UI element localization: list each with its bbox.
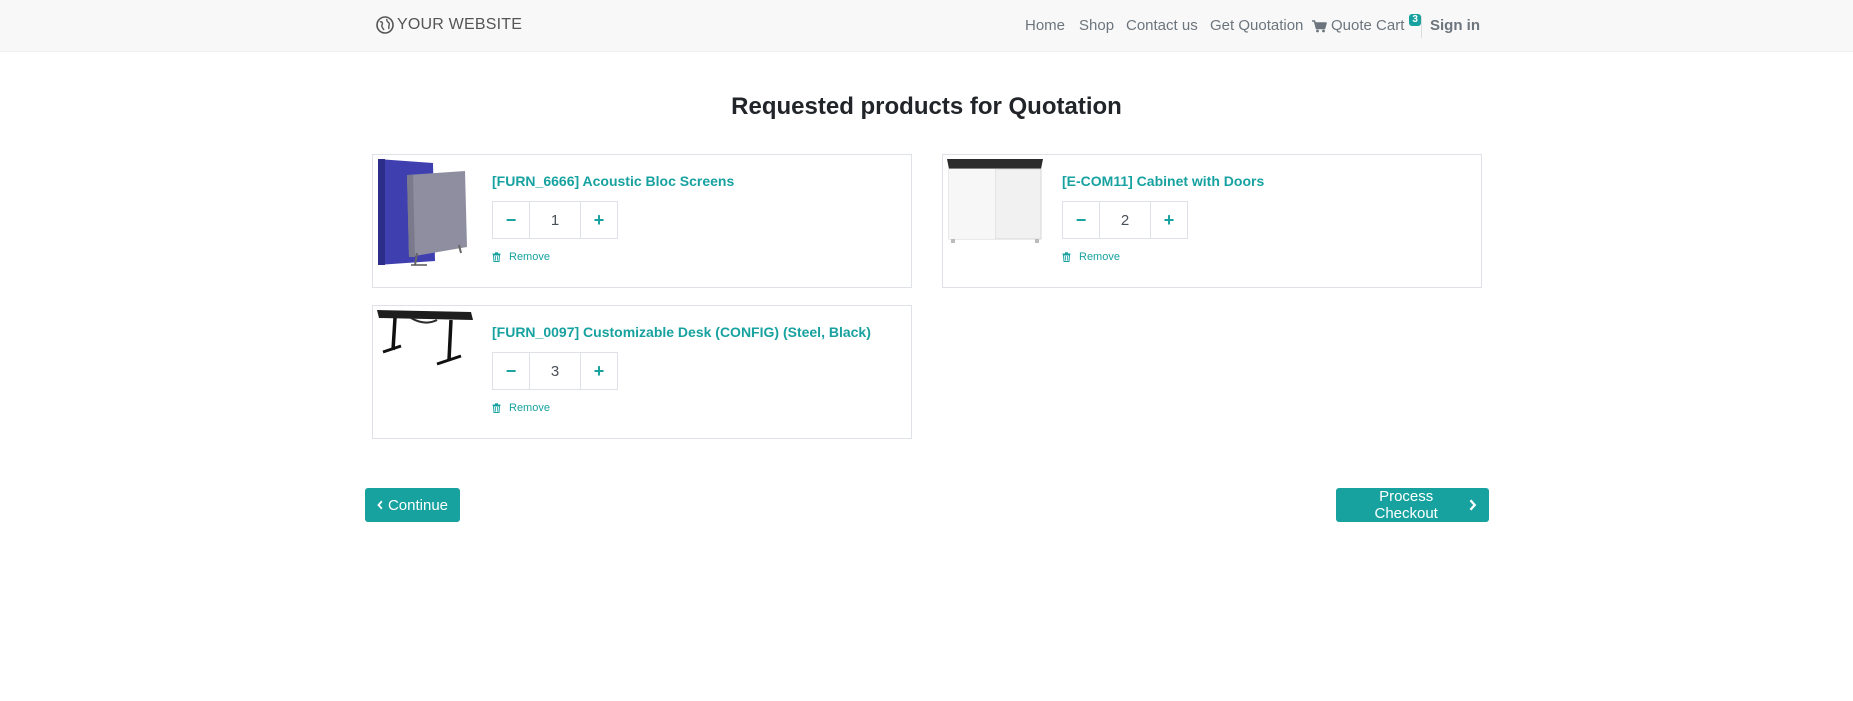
trash-icon [492,403,501,413]
cart-count-badge: 3 [1409,14,1421,26]
trash-icon [492,252,501,262]
navbar: YOUR WEBSITE Home Shop Contact us Get Qu… [0,0,1853,52]
plus-icon: + [593,209,605,230]
product-card: [FURN_0097] Customizable Desk (CONFIG) (… [372,305,912,439]
product-name-link[interactable]: [FURN_6666] Acoustic Bloc Screens [492,173,734,189]
quantity-input[interactable] [530,352,580,390]
remove-link[interactable]: Remove [492,251,550,263]
product-card: [FURN_6666] Acoustic Bloc Screens − + Re… [372,154,912,288]
checkout-label: Process Checkout [1374,488,1438,522]
nav-quote-cart[interactable]: Quote Cart 3 [1312,14,1421,36]
product-image-acoustic-screens [378,159,467,266]
increase-quantity-button[interactable]: + [580,201,618,239]
plus-icon: + [1163,209,1175,230]
remove-link[interactable]: Remove [492,402,550,414]
cart-icon [1312,19,1327,32]
minus-icon: − [505,360,517,381]
continue-label: Continue [387,496,448,514]
process-checkout-button[interactable]: Process Checkout [1336,488,1489,522]
main-nav: Home Shop Contact us Get Quotation Quote… [0,14,1853,38]
increase-quantity-button[interactable]: + [1150,201,1188,239]
nav-divider [1421,16,1422,38]
product-image-cabinet [947,159,1043,243]
increase-quantity-button[interactable]: + [580,352,618,390]
remove-label: Remove [509,402,550,414]
decrease-quantity-button[interactable]: − [492,352,530,390]
decrease-quantity-button[interactable]: − [492,201,530,239]
nav-home[interactable]: Home [1025,16,1065,36]
remove-label: Remove [1079,251,1120,263]
quantity-stepper: − + [1062,201,1188,239]
quantity-stepper: − + [492,352,618,390]
decrease-quantity-button[interactable]: − [1062,201,1100,239]
nav-shop[interactable]: Shop [1079,16,1114,36]
product-image-desk [377,310,473,366]
minus-icon: − [505,209,517,230]
remove-label: Remove [509,251,550,263]
product-card: [E-COM11] Cabinet with Doors − + Remove [942,154,1482,288]
chevron-right-icon [1469,499,1477,511]
trash-icon [1062,252,1071,262]
continue-button[interactable]: Continue [365,488,460,522]
quantity-input[interactable] [1100,201,1150,239]
quantity-stepper: − + [492,201,618,239]
quantity-input[interactable] [530,201,580,239]
nav-contact-us[interactable]: Contact us [1126,16,1198,36]
quote-cart-label: Quote Cart [1331,17,1405,34]
chevron-left-icon [377,500,383,510]
nav-get-quotation[interactable]: Get Quotation [1210,16,1303,36]
minus-icon: − [1075,209,1087,230]
plus-icon: + [593,360,605,381]
remove-link[interactable]: Remove [1062,251,1120,263]
product-name-link[interactable]: [E-COM11] Cabinet with Doors [1062,173,1264,189]
nav-sign-in[interactable]: Sign in [1430,16,1480,36]
product-name-link[interactable]: [FURN_0097] Customizable Desk (CONFIG) (… [492,324,871,340]
page-title: Requested products for Quotation [731,93,1122,120]
